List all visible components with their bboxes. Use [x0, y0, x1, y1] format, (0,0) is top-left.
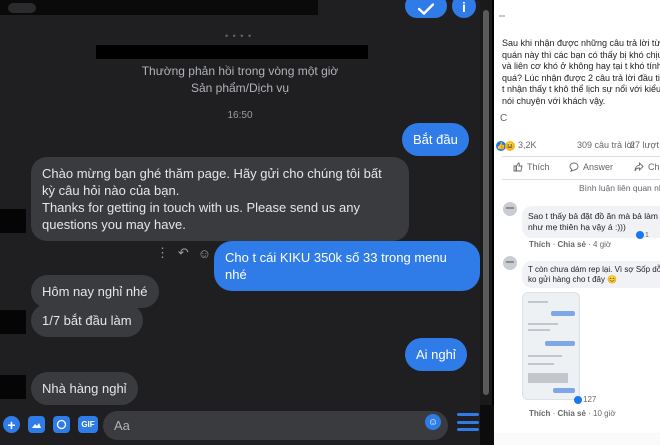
- emoji-icon[interactable]: ☺: [425, 414, 441, 430]
- thumbs-up-icon: [513, 162, 523, 172]
- comment-sort-dropdown[interactable]: Bình luận liên quan nh: [579, 183, 660, 193]
- comment-time: 10 giờ: [593, 409, 616, 418]
- message-incoming[interactable]: Chào mừng bạn ghé thăm page. Hãy gửi cho…: [31, 157, 409, 241]
- panel-footer: [494, 433, 660, 445]
- divider: [502, 156, 660, 157]
- info-icon: i: [462, 0, 466, 15]
- like-label: Thích: [527, 162, 550, 172]
- header-dots: • • • •: [225, 31, 253, 41]
- reaction-count[interactable]: 3,2K: [518, 140, 537, 150]
- info-button[interactable]: i: [452, 0, 476, 18]
- comment-reaction-number: 127: [583, 395, 597, 404]
- scrollbar-thumb[interactable]: [483, 10, 489, 395]
- sticker-icon[interactable]: [53, 416, 70, 433]
- share-button[interactable]: Chi: [634, 162, 660, 172]
- redacted-avatar: [8, 3, 36, 13]
- commenter-avatar[interactable]: [503, 256, 517, 270]
- message-outgoing[interactable]: Cho t cái KIKU 350k số 33 trong menu nhé: [214, 241, 480, 291]
- comment-meta: Thích · Chia sẻ · 10 giờ: [529, 409, 616, 418]
- comment-reaction-count[interactable]: 127: [574, 395, 596, 404]
- sender-avatar: [0, 310, 26, 334]
- comment-screenshot-image[interactable]: [522, 292, 580, 400]
- comment-reaction-number: 1: [645, 231, 649, 239]
- photo-icon[interactable]: [28, 416, 45, 433]
- black-gap: [480, 405, 494, 445]
- haha-reaction-icon: 😆: [505, 141, 515, 151]
- message-input[interactable]: Aa: [103, 411, 448, 440]
- like-reaction-icon: [574, 395, 582, 404]
- share-icon: [634, 162, 644, 172]
- post-text: Sau khi nhận được những câu trả lời từ q…: [502, 38, 660, 106]
- gif-icon[interactable]: GIF: [78, 416, 98, 433]
- post-fragment: C: [500, 113, 508, 124]
- divider: [502, 179, 660, 180]
- messenger-chat-panel: i • • • • Thường phản hồi trong vòng một…: [0, 0, 480, 445]
- menu-icon[interactable]: [457, 413, 479, 431]
- plus-circle-icon[interactable]: +: [3, 416, 20, 433]
- comment-meta: Thích · Chia sẻ · 4 giờ: [529, 240, 612, 249]
- redacted-header-bar: [0, 0, 318, 15]
- page-category-text: Sản phẩm/Dịch vụ: [190, 81, 290, 95]
- share-label: Chi: [648, 162, 660, 172]
- comment-time: 4 giờ: [593, 240, 612, 249]
- message-hover-actions: ⋮ ↶ ☺: [156, 245, 211, 261]
- comment-share-link[interactable]: Chia sẻ: [557, 409, 585, 418]
- message-incoming[interactable]: Nhà hàng nghỉ: [31, 372, 138, 405]
- timestamp: 16:50: [227, 110, 253, 121]
- response-time-text: Thường phản hồi trong vòng một giờ: [141, 64, 339, 78]
- post-actions: Thích Answer Chi: [494, 162, 660, 178]
- post-header-mark: [499, 15, 505, 17]
- redacted-page-name: [96, 45, 368, 59]
- commenter-avatar[interactable]: [503, 202, 517, 216]
- check-button[interactable]: [405, 0, 447, 18]
- reply-icon[interactable]: ↶: [178, 245, 189, 261]
- smiley-icon[interactable]: ☺: [198, 246, 211, 261]
- comment-like-link[interactable]: Thích: [529, 409, 550, 418]
- photo-glyph: [32, 423, 41, 428]
- check-icon: [418, 3, 434, 15]
- answer-button[interactable]: Answer: [569, 162, 613, 172]
- composer-bar: + GIF Aa: [0, 403, 480, 445]
- message-outgoing[interactable]: Ai nghỉ: [405, 338, 467, 371]
- message-outgoing[interactable]: Bắt đầu: [402, 123, 469, 156]
- message-incoming[interactable]: 1/7 bắt đầu làm: [31, 304, 143, 337]
- welcome-text-vi: Chào mừng bạn ghé thăm page. Hãy gửi cho…: [42, 166, 382, 198]
- comment-reaction-count[interactable]: 1: [636, 231, 649, 239]
- more-vertical-icon[interactable]: ⋮: [156, 245, 169, 261]
- facebook-post-panel: Sau khi nhận được những câu trả lời từ q…: [494, 0, 660, 445]
- comment-like-link[interactable]: Thích: [529, 240, 550, 249]
- like-button[interactable]: Thích: [513, 162, 550, 172]
- comment-count[interactable]: 309 câu trả lời: [577, 140, 634, 150]
- comment-icon: [569, 162, 579, 172]
- comment-share-link[interactable]: Chia sẻ: [557, 240, 585, 249]
- answer-label: Answer: [583, 162, 614, 172]
- message-input-placeholder: Aa: [114, 418, 130, 433]
- sender-avatar: [0, 209, 26, 233]
- comment-bubble: T còn chưa dám rep lại. Vì sợ Sốp dỗi ko…: [522, 261, 660, 288]
- sticker-glyph: [56, 419, 67, 430]
- like-reaction-icon: [636, 231, 644, 239]
- sender-avatar: [0, 375, 26, 399]
- reaction-summary[interactable]: 👍 😆 3,2K 309 câu trả lời 27 lượt: [496, 140, 660, 154]
- welcome-text-en: Thanks for getting in touch with us. Ple…: [42, 200, 360, 232]
- share-count[interactable]: 27 lượt: [630, 140, 659, 150]
